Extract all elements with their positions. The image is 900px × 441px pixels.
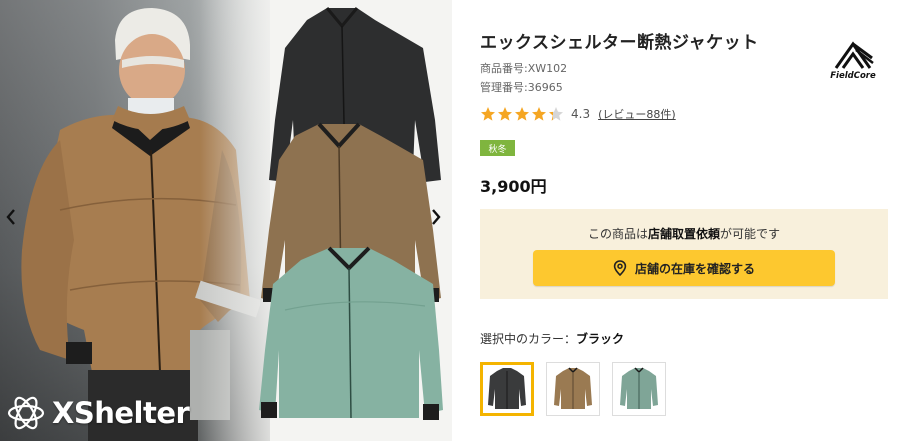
review-count-text[interactable]: (レビュー88件) [598,108,676,121]
store-msg-bold: 店舗取置依頼 [647,227,720,241]
star-icon [549,107,563,121]
star-icon [498,107,512,121]
fieldcore-logo: FieldCore [826,38,880,84]
chevron-right-icon [432,209,441,225]
product-code: 商品番号:XW102 [480,62,568,75]
season-badge: 秋冬 [480,140,515,156]
xshelter-logo: XShelter [6,390,226,436]
product-title: エックスシェルター断熱ジャケット [480,33,759,53]
product-image-gallery: XShelter [0,0,452,441]
check-store-stock-button[interactable]: 店舗の在庫を確認する [533,250,835,286]
xshelter-logo-text: XShelter [52,396,190,430]
star-icon [481,107,495,121]
star-icon [515,107,529,121]
color-swatch-black[interactable] [480,362,534,416]
gallery-next-button[interactable] [427,204,445,230]
maker-name: FieldCore [830,71,876,81]
management-code: 管理番号:36965 [480,81,563,94]
rating-row: 4.3 (レビュー88件) [480,104,676,124]
store-pickup-box: この商品は店舗取置依頼が可能です 店舗の在庫を確認する [480,209,888,299]
selected-color-prefix: 選択中のカラー： [480,332,577,346]
gallery-prev-button[interactable] [2,204,20,230]
store-msg-after: が可能です [720,227,781,241]
selected-color-label: 選択中のカラー：ブラック [480,330,624,347]
product-info-panel: エックスシェルター断熱ジャケット 商品番号:XW102 管理番号:36965 F… [480,0,890,441]
store-pickup-message: この商品は店舗取置依頼が可能です [480,225,888,242]
color-swatch-coyote[interactable] [546,362,600,416]
fieldcore-mark-icon [834,41,874,69]
color-swatches [480,362,666,416]
check-store-stock-label[interactable]: 店舗の在庫を確認する [635,260,755,277]
map-pin-icon [613,260,627,276]
product-price: 3,900円 [480,177,547,196]
chevron-left-icon [6,209,15,225]
color-swatch-sage[interactable] [612,362,666,416]
jacket-sage-thumbnail [620,367,658,409]
rating-value: 4.3 [571,107,591,121]
store-msg-before: この商品は [587,227,648,241]
jacket-black-thumbnail [488,368,526,409]
review-count-link[interactable]: (レビュー88件) [598,106,676,122]
jacket-coyote-thumbnail [554,367,592,409]
star-rating [480,106,564,122]
atom-logo-icon [7,396,45,430]
jacket-colors-photo [259,7,443,420]
star-icon [532,107,546,121]
selected-color-name: ブラック [576,332,625,346]
